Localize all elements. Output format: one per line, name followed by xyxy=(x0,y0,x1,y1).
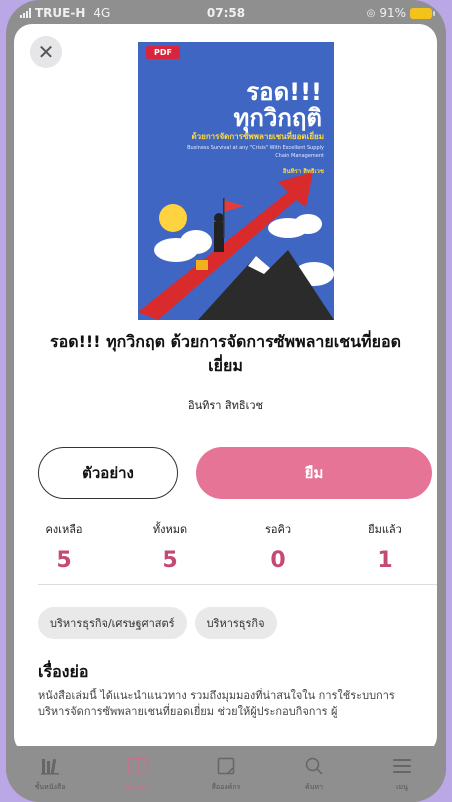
menu-icon xyxy=(392,756,412,776)
book-detail-sheet: ✕ PDF รอด!!! ทุกวิกฤติ ด้วยการจัดการซัพพ… xyxy=(14,24,437,754)
category-tag[interactable]: บริหารธุรกิจ/เศรษฐศาสตร์ xyxy=(38,607,187,639)
phone-screen: TRUE-H 4G 07:58 ◎ 91% ✕ PDF รอด!!! ทุกวิ… xyxy=(6,0,446,802)
tab-bookshelf[interactable]: ชั้นหนังสือ xyxy=(10,756,90,793)
stat-value: 5 xyxy=(162,548,178,573)
cover-author: อินทิรา สิทธิเวช xyxy=(282,168,324,175)
tab-label: ชั้นหนังสือ xyxy=(34,783,66,791)
borrow-button[interactable]: ยืม xyxy=(196,447,432,499)
stat-label: รอคิว xyxy=(264,523,292,536)
battery-percent: 91% xyxy=(379,6,406,20)
synopsis-heading: เรื่องย่อ xyxy=(38,662,89,681)
search-icon xyxy=(305,756,323,776)
tab-label: ห้องสมุด xyxy=(125,783,151,791)
synopsis-text: หนังสือเล่มนี้ ได้แนะนำแนวทาง รวมถึงมุมม… xyxy=(38,689,395,718)
stat-label: คงเหลือ xyxy=(45,523,83,536)
stat-value: 5 xyxy=(56,548,72,573)
stat-remaining: คงเหลือ 5 xyxy=(14,520,114,573)
stat-label: ยืมแล้ว xyxy=(368,523,402,536)
cover-english-subtitle: Business Survival at any "Crisis" With E… xyxy=(187,145,324,159)
tab-label: เมนู xyxy=(396,783,408,791)
battery-icon xyxy=(410,7,435,19)
cover-subtitle: ด้วยการจัดการซัพพลายเชนที่ยอดเยี่ยม xyxy=(191,132,324,141)
stat-label: ทั้งหมด xyxy=(152,523,188,536)
stat-value: 0 xyxy=(270,548,286,573)
location-icon: ◎ xyxy=(366,7,376,19)
tab-label: ค้นหา xyxy=(304,783,323,791)
stat-queue: รอคิว 0 xyxy=(228,520,328,573)
stat-borrowed: ยืมแล้ว 1 xyxy=(335,520,435,573)
close-button[interactable]: ✕ xyxy=(30,36,62,68)
tab-bar: ชั้นหนังสือ ห้องสมุด สื่อองค์กร ค้นหา เม… xyxy=(6,746,446,802)
tab-menu[interactable]: เมนู xyxy=(362,756,442,793)
category-tags: บริหารธุรกิจ/เศรษฐศาสตร์ บริหารธุรกิจ xyxy=(38,607,277,639)
battery-status: ◎ 91% xyxy=(366,6,435,20)
close-icon: ✕ xyxy=(37,40,55,64)
category-tag[interactable]: บริหารธุรกิจ xyxy=(194,607,277,639)
divider xyxy=(38,584,437,585)
bookshelf-icon xyxy=(40,756,60,776)
stat-total: ทั้งหมด 5 xyxy=(120,520,220,573)
media-icon xyxy=(217,756,235,776)
tab-label: สื่อองค์กร xyxy=(211,783,241,791)
sample-button[interactable]: ตัวอย่าง xyxy=(38,447,178,499)
tab-search[interactable]: ค้นหา xyxy=(274,756,354,793)
tab-media[interactable]: สื่อองค์กร xyxy=(186,756,266,793)
book-author: อินทิรา สิทธิเวช xyxy=(187,399,264,412)
book-cover: PDF รอด!!! ทุกวิกฤติ ด้วยการจัดการซัพพลา… xyxy=(138,42,334,320)
pdf-badge: PDF xyxy=(146,46,180,59)
tab-library[interactable]: ห้องสมุด xyxy=(98,756,178,793)
book-title: รอด!!! ทุกวิกฤต ด้วยการจัดการซัพพลายเชนท… xyxy=(50,332,401,375)
status-bar: TRUE-H 4G 07:58 ◎ 91% xyxy=(6,0,446,24)
library-icon xyxy=(127,756,149,776)
stat-value: 1 xyxy=(377,548,393,573)
